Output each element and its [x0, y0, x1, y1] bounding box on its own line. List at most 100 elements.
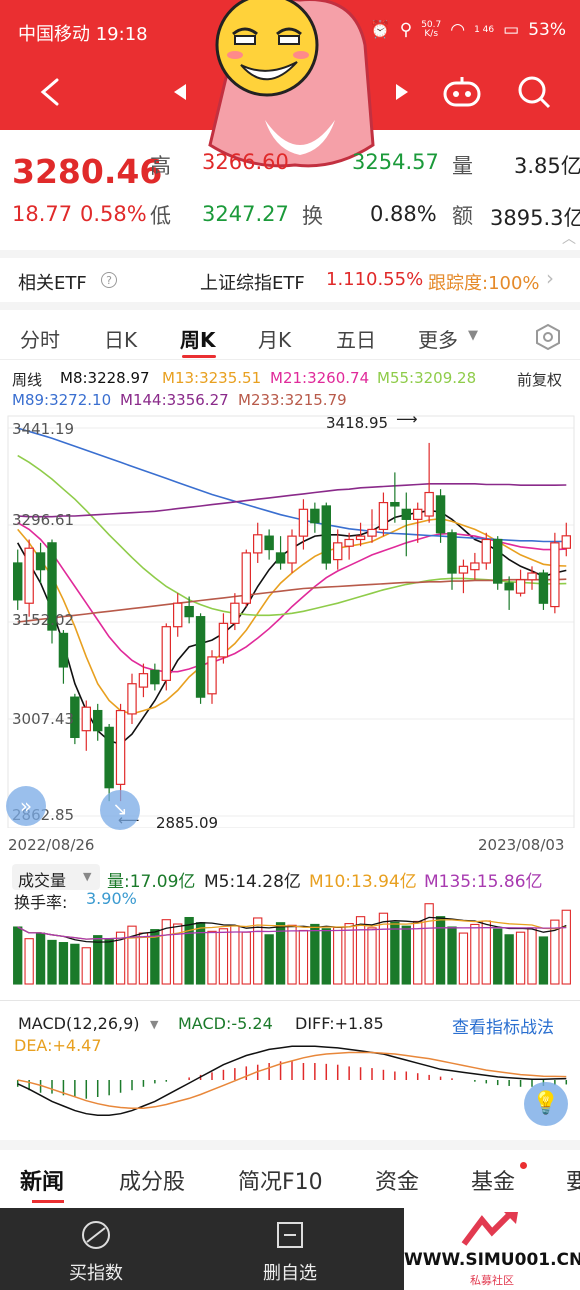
next-button[interactable] — [380, 70, 424, 114]
volume-bar — [70, 943, 80, 985]
candle-body — [161, 626, 172, 681]
tab-intraday[interactable]: 分时 — [20, 324, 60, 353]
candle-body — [218, 622, 229, 658]
candle-body — [333, 542, 343, 561]
volume-chart[interactable] — [0, 900, 580, 990]
related-etf-row[interactable]: 相关ETF ? 上证综指ETF 1.11 0.55% 跟踪度:100% › — [0, 250, 580, 310]
candle-body — [310, 508, 320, 524]
candlestick-chart[interactable] — [0, 408, 580, 828]
remove-watchlist-button[interactable]: 删自选 — [230, 1220, 350, 1285]
tab-monthly[interactable]: 月K — [258, 324, 291, 353]
community-button[interactable] — [440, 70, 484, 114]
volume-bar — [458, 932, 469, 985]
candle-body — [150, 669, 160, 685]
volume-bar — [24, 938, 34, 985]
candle — [104, 723, 114, 802]
volume-bar — [447, 926, 457, 985]
volume-bar — [401, 925, 411, 985]
prev-button[interactable] — [158, 70, 202, 114]
lightbulb-icon[interactable]: 💡 — [524, 1082, 568, 1126]
dropdown-triangle-icon: ▼ — [468, 328, 478, 343]
candle-body — [13, 562, 23, 601]
volume-label: 量 — [452, 154, 473, 178]
search-icon — [518, 76, 551, 109]
settings-hex-icon[interactable] — [534, 323, 562, 351]
adjust-mode[interactable]: 前复权 — [517, 369, 562, 390]
volume-bar — [47, 939, 57, 985]
candle — [458, 559, 469, 594]
candle-body — [298, 508, 309, 537]
candle — [92, 703, 103, 741]
candle-body — [195, 616, 206, 698]
site-watermark: WWW.SIMU001.CN 私募社区 — [404, 1208, 580, 1290]
volume-m135: M135:15.86亿 — [424, 872, 543, 892]
chevron-right-icon: › — [546, 266, 554, 290]
candle-body — [447, 532, 457, 574]
macd-label[interactable]: MACD(12,26,9) — [18, 1014, 140, 1033]
candle — [424, 442, 434, 523]
candle — [173, 593, 183, 637]
ma-lines — [17, 427, 567, 745]
macd-histogram — [16, 1061, 568, 1099]
buy-index-button[interactable]: 买指数 — [36, 1220, 156, 1285]
tab-fund[interactable]: 基金 — [471, 1164, 515, 1196]
volume-bar — [275, 922, 286, 985]
arrow-down-right-icon[interactable]: ↘ — [100, 790, 140, 830]
minus-square-icon — [277, 1222, 303, 1248]
back-button[interactable] — [28, 70, 72, 114]
volume-bar — [435, 916, 446, 985]
divider — [0, 1140, 580, 1150]
signal-icon: 1 46 — [474, 24, 495, 35]
candle-body — [173, 602, 183, 628]
search-button[interactable] — [512, 70, 556, 114]
watermark-subtitle: 私募社区 — [470, 1274, 514, 1287]
macd-chart[interactable] — [0, 1034, 580, 1134]
etf-pct: 0.55% — [366, 269, 424, 290]
volume-bar — [367, 927, 377, 985]
volume-bar — [241, 931, 251, 985]
tab-f10[interactable]: 简况F10 — [238, 1164, 323, 1196]
net-speed: 50.7 K/s — [421, 20, 442, 39]
volume-bar — [58, 942, 69, 985]
volume-bar — [504, 934, 514, 985]
amount-label: 额 — [452, 204, 473, 228]
candle-body — [401, 508, 411, 520]
volume-bar — [355, 916, 366, 985]
candle-body — [355, 535, 366, 541]
candle-body — [184, 605, 194, 618]
expand-chevron-icon[interactable]: ︿ — [562, 228, 576, 248]
collapse-chevrons-icon[interactable]: » — [6, 786, 46, 826]
candle-body — [92, 709, 103, 732]
candle — [161, 623, 172, 691]
tab-weekly[interactable]: 周K — [180, 324, 216, 353]
candle — [321, 502, 331, 570]
price-tick-4: 3007.43 — [12, 710, 75, 728]
quote-panel: 3280.46 高 3266.60 3254.57 量 3.85亿 18.77 … — [0, 130, 580, 247]
candle-body — [458, 565, 469, 574]
active-tab-indicator — [182, 355, 216, 358]
turnover-value: 0.88% — [370, 202, 437, 226]
tab-funds-flow[interactable]: 资金 — [375, 1164, 419, 1196]
date-start: 2022/08/26 — [8, 836, 95, 854]
tab-five-day[interactable]: 五日 — [336, 324, 376, 353]
candle — [150, 663, 160, 691]
tab-daily[interactable]: 日K — [104, 324, 137, 353]
help-icon[interactable]: ? — [101, 272, 117, 288]
carrier-time: 中国移动 19:18 — [18, 24, 148, 45]
candle-body — [344, 538, 354, 547]
volume-bar — [538, 936, 549, 985]
tab-more-cut[interactable]: 要 — [566, 1164, 580, 1196]
candle — [561, 522, 572, 557]
low-marker: 2885.09 — [156, 814, 219, 832]
volume-bar — [218, 928, 229, 985]
remove-watchlist-label: 删自选 — [263, 1263, 317, 1284]
location-icon: ⚲ — [399, 20, 413, 40]
candle-body — [493, 538, 503, 584]
etf-name: 上证综指ETF — [200, 273, 305, 294]
tab-news[interactable]: 新闻 — [20, 1164, 64, 1196]
tab-constituents[interactable]: 成分股 — [119, 1164, 185, 1196]
macd-dea-line — [17, 1051, 567, 1110]
price-tick-3: 3152.02 — [12, 611, 75, 629]
volume-bar — [138, 932, 149, 985]
tab-more[interactable]: 更多 — [418, 324, 458, 353]
